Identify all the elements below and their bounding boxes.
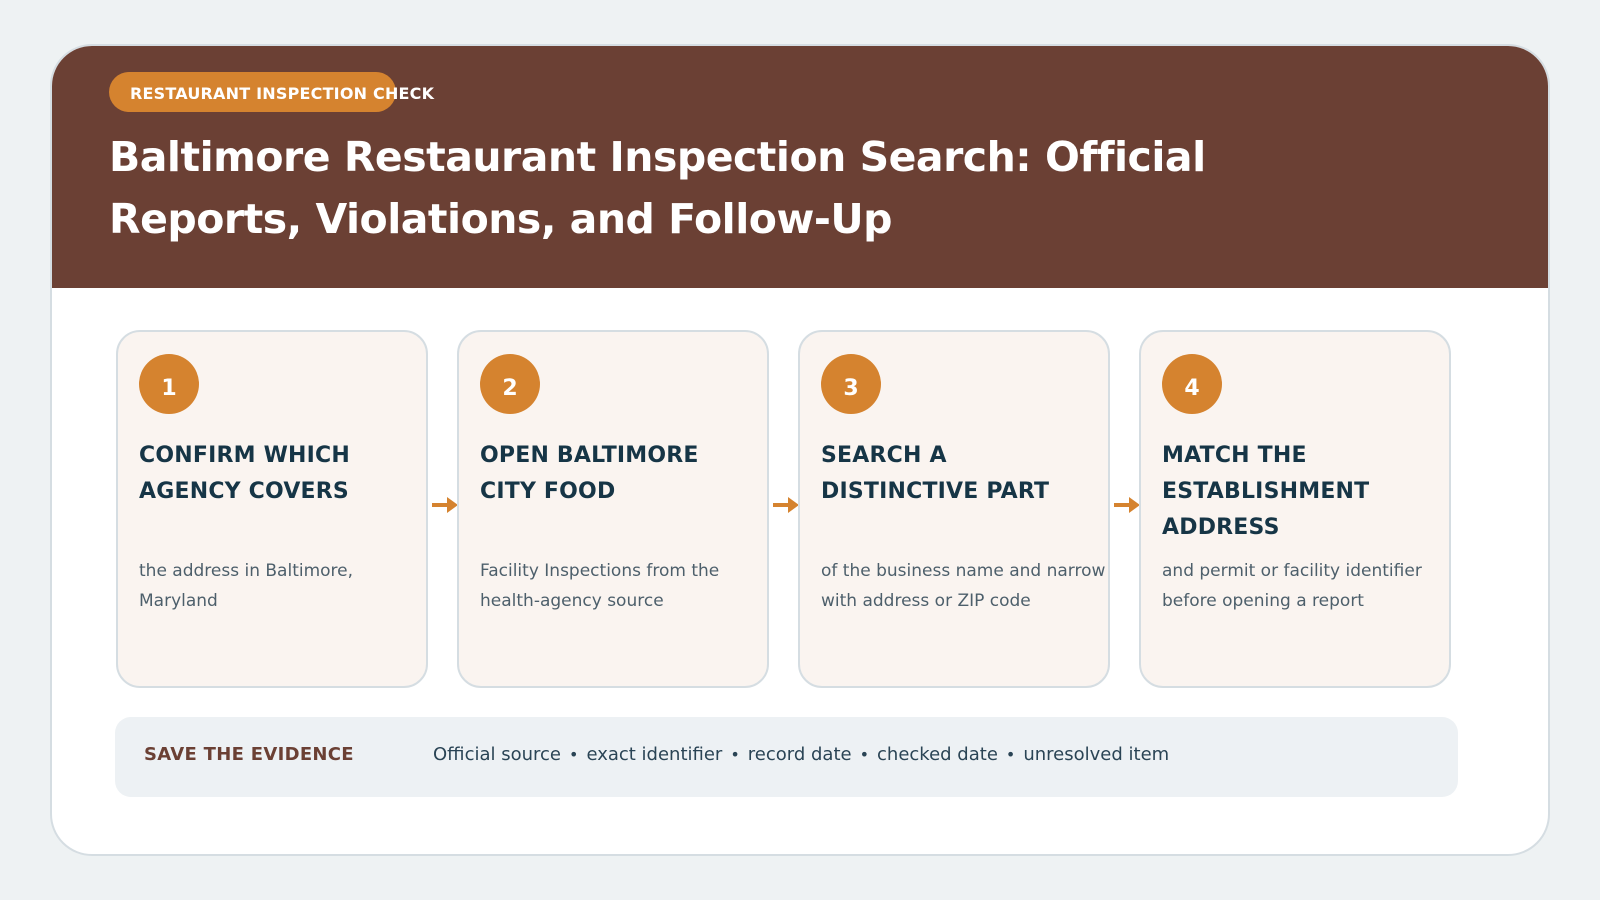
arrow-right-icon (432, 497, 458, 513)
step-title: CONFIRM WHICH AGENCY COVERS (139, 443, 350, 504)
arrow-right-icon (773, 497, 799, 513)
step-number: 3 (843, 376, 859, 401)
step-number-badge: 2 (480, 354, 540, 414)
arrow-right-icon (1114, 497, 1140, 513)
evidence-item: unresolved item (1023, 744, 1170, 765)
page-title: Baltimore Restaurant Inspection Search: … (109, 133, 1206, 243)
step-number-badge: 1 (139, 354, 199, 414)
step-title: SEARCH A DISTINCTIVE PART (821, 443, 1050, 504)
category-badge-label: RESTAURANT INSPECTION CHECK (130, 84, 435, 103)
step-card-3: 3 SEARCH A DISTINCTIVE PART of the busin… (798, 330, 1110, 688)
step-description: and permit or facility identifier before… (1162, 561, 1422, 611)
evidence-list: Official source • exact identifier • record … (433, 743, 1169, 767)
bullet-separator: • (859, 745, 870, 764)
step-card-2: 2 OPEN BALTIMORE CITY FOOD Facility Insp… (457, 330, 769, 688)
step-card-1: 1 CONFIRM WHICH AGENCY COVERS the addres… (116, 330, 428, 688)
evidence-item: exact identifier (586, 744, 723, 765)
evidence-item: checked date (877, 744, 998, 765)
step-title: OPEN BALTIMORE CITY FOOD (480, 443, 699, 504)
step-number: 2 (502, 376, 518, 401)
evidence-item: record date (747, 744, 852, 765)
step-number: 4 (1184, 376, 1200, 401)
bullet-separator: • (569, 745, 579, 764)
step-description: the address in Baltimore, Maryland (139, 561, 354, 611)
bullet-separator: • (730, 745, 740, 764)
evidence-item: Official source (433, 744, 561, 765)
steps-flow: 1 CONFIRM WHICH AGENCY COVERS the addres… (116, 330, 1488, 688)
step-description: of the business name and narrow with add… (821, 561, 1106, 611)
step-description: Facility Inspections from the health-age… (480, 561, 720, 611)
step-card-4: 4 MATCH THE ESTABLISHMENT ADDRESS and pe… (1139, 330, 1451, 688)
bullet-separator: • (1005, 745, 1016, 764)
step-title: MATCH THE ESTABLISHMENT ADDRESS (1162, 443, 1370, 540)
step-number-badge: 4 (1162, 354, 1222, 414)
step-number: 1 (161, 376, 177, 401)
evidence-panel: SAVE THE EVIDENCE Official source • exact … (115, 717, 1458, 797)
evidence-label: SAVE THE EVIDENCE (144, 744, 354, 765)
header-banner: RESTAURANT INSPECTION CHECK Baltimore Re… (52, 46, 1548, 288)
infographic-card: RESTAURANT INSPECTION CHECK Baltimore Re… (50, 44, 1550, 856)
step-number-badge: 3 (821, 354, 881, 414)
